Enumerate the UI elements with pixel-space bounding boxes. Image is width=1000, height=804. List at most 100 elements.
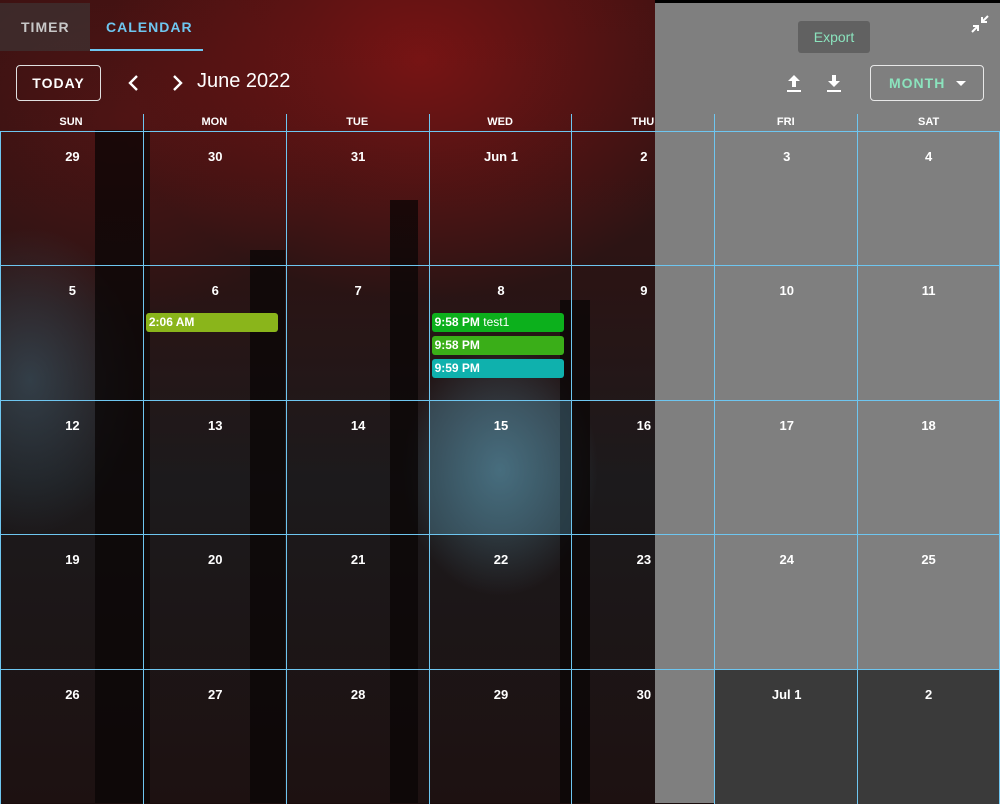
tab-calendar[interactable]: CALENDAR <box>90 3 203 51</box>
calendar-event[interactable]: 2:06 AM <box>145 313 278 332</box>
day-cell[interactable]: 14 <box>285 399 430 536</box>
top-strip <box>655 0 1000 3</box>
day-number[interactable]: 6 <box>144 283 287 298</box>
day-number[interactable]: 16 <box>572 418 715 433</box>
day-number[interactable]: 24 <box>715 552 858 567</box>
day-number[interactable]: 12 <box>1 418 144 433</box>
day-number[interactable]: 31 <box>287 149 430 164</box>
day-cell[interactable]: 2 <box>857 668 1000 804</box>
day-cell[interactable]: 8 <box>428 265 573 401</box>
weekday-tue: TUE <box>285 114 428 131</box>
day-number[interactable]: 28 <box>287 687 430 702</box>
calendar-event[interactable]: 9:59 PM <box>431 359 564 378</box>
tab-timer[interactable]: TIMER <box>0 3 90 51</box>
day-cell[interactable]: 23 <box>571 534 716 670</box>
day-number[interactable]: 25 <box>858 552 999 567</box>
export-button[interactable]: Export <box>798 21 870 53</box>
day-number[interactable]: 9 <box>572 283 715 298</box>
day-number[interactable]: 4 <box>858 149 999 164</box>
day-number[interactable]: 2 <box>572 149 715 164</box>
weekday-sun: SUN <box>59 116 83 128</box>
caret-down-icon <box>956 81 966 86</box>
day-cell[interactable]: 11 <box>857 265 1000 401</box>
day-cell[interactable]: 21 <box>285 534 430 670</box>
view-select-label: MONTH <box>889 75 946 91</box>
day-cell[interactable]: 6 <box>142 265 287 401</box>
day-cell[interactable]: 16 <box>571 399 716 536</box>
collapse-icon[interactable] <box>970 14 990 34</box>
day-cell[interactable]: 20 <box>142 534 287 670</box>
day-cell[interactable]: 5 <box>0 265 144 401</box>
day-number[interactable]: 2 <box>858 687 999 702</box>
day-number[interactable]: Jul 1 <box>715 687 858 702</box>
day-number[interactable]: Jun 1 <box>430 149 573 164</box>
day-cell[interactable]: 26 <box>0 668 144 804</box>
day-cell[interactable]: Jun 1 <box>428 131 573 267</box>
day-number[interactable]: 30 <box>144 149 287 164</box>
day-number[interactable]: 8 <box>430 283 573 298</box>
day-number[interactable]: 29 <box>1 149 144 164</box>
day-cell[interactable]: 29 <box>428 668 573 804</box>
day-cell[interactable]: 25 <box>857 534 1000 670</box>
day-number[interactable]: 10 <box>715 283 858 298</box>
day-number[interactable]: 26 <box>1 687 144 702</box>
day-number[interactable]: 11 <box>858 283 999 298</box>
day-cell[interactable]: 18 <box>857 399 1000 536</box>
day-cell[interactable]: 2 <box>571 131 716 267</box>
view-select-button[interactable]: MONTH <box>870 65 984 101</box>
day-number[interactable]: 22 <box>430 552 573 567</box>
upload-icon[interactable] <box>784 72 804 94</box>
tab-bar: TIMER CALENDAR <box>0 3 203 51</box>
day-number[interactable]: 21 <box>287 552 430 567</box>
day-number[interactable]: 29 <box>430 687 573 702</box>
day-number[interactable]: 15 <box>430 418 573 433</box>
weekday-mon: MON <box>142 114 285 131</box>
day-cell[interactable]: 7 <box>285 265 430 401</box>
event-time: 2:06 AM <box>148 315 195 329</box>
day-cell[interactable]: 9 <box>571 265 716 401</box>
day-cell[interactable]: 12 <box>0 399 144 536</box>
day-cell[interactable]: Jul 1 <box>714 668 859 804</box>
day-number[interactable]: 7 <box>287 283 430 298</box>
weekday-sat: SAT <box>857 114 999 131</box>
day-number[interactable]: 30 <box>572 687 715 702</box>
chevron-right-icon[interactable] <box>166 72 188 94</box>
day-cell[interactable]: 3 <box>714 131 859 267</box>
day-cell[interactable]: 15 9:58 PM test1 9:58 PM 9:59 PM <box>428 313 573 536</box>
calendar-title: June 2022 <box>197 70 291 92</box>
weekday-fri: FRI <box>714 114 856 131</box>
chevron-left-icon[interactable] <box>123 72 145 94</box>
day-cell[interactable]: 10 <box>714 265 859 401</box>
day-number[interactable]: 3 <box>715 149 858 164</box>
weekday-thu: THU <box>571 114 713 131</box>
day-cell[interactable]: 30 <box>571 668 716 804</box>
day-number[interactable]: 13 <box>144 418 287 433</box>
calendar-event[interactable]: 9:58 PM test1 <box>431 313 564 332</box>
day-cell[interactable]: 31 <box>285 131 430 267</box>
day-cell[interactable]: 19 <box>0 534 144 670</box>
day-number[interactable]: 17 <box>715 418 858 433</box>
day-number[interactable]: 23 <box>572 552 715 567</box>
day-cell[interactable]: 30 <box>142 131 287 267</box>
weekday-header: SUN MON TUE WED THU FRI SAT <box>0 114 1000 131</box>
calendar-event[interactable]: 9:58 PM <box>431 336 564 355</box>
event-time: 9:59 PM <box>434 361 480 375</box>
day-number[interactable]: 20 <box>144 552 287 567</box>
event-time: 9:58 PM <box>434 315 480 329</box>
month-grid: 29 30 31 Jun 1 2 3 4 5 6 7 8 9 10 11 12 13 2:06 AM 14 15 9:… <box>0 131 1000 804</box>
day-cell[interactable]: 13 2:06 AM <box>142 313 287 536</box>
today-button[interactable]: TODAY <box>16 65 101 101</box>
day-cell[interactable]: 27 <box>142 668 287 804</box>
download-icon[interactable] <box>824 72 844 94</box>
day-number[interactable]: 18 <box>858 418 999 433</box>
day-cell[interactable]: 24 <box>714 534 859 670</box>
day-number[interactable]: 5 <box>1 283 144 298</box>
day-number[interactable]: 27 <box>144 687 287 702</box>
day-number[interactable]: 19 <box>1 552 144 567</box>
day-cell[interactable]: 4 <box>857 131 1000 267</box>
day-cell[interactable]: 22 <box>428 534 573 670</box>
day-cell[interactable]: 28 <box>285 668 430 804</box>
day-cell[interactable]: 17 <box>714 399 859 536</box>
day-cell[interactable]: 29 <box>0 131 144 267</box>
day-number[interactable]: 14 <box>287 418 430 433</box>
